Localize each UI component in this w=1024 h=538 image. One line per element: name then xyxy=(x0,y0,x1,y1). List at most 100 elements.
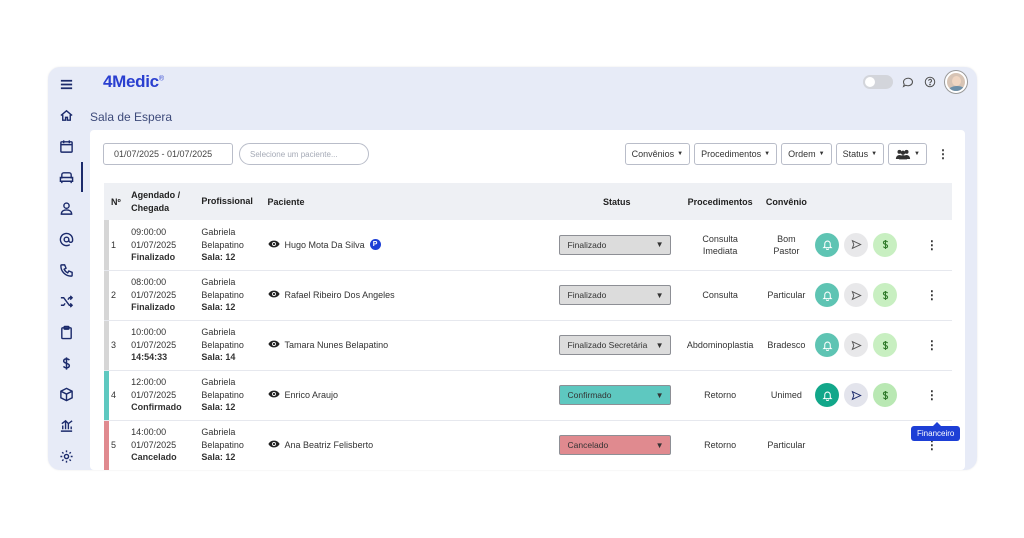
waiting-room-icon[interactable] xyxy=(56,167,76,187)
more-options-icon[interactable]: ⋮ xyxy=(931,147,955,161)
procedure-line-1: Retorno xyxy=(704,390,737,400)
financial-dollar-icon[interactable] xyxy=(873,232,898,257)
patient-cell: Enrico Araujo xyxy=(263,370,555,421)
professional-last-name: Belapatino xyxy=(201,339,244,350)
row-more-options-icon[interactable]: ⋮ xyxy=(911,220,952,271)
financial-dollar-icon[interactable] xyxy=(873,383,898,407)
view-patient-icon[interactable] xyxy=(267,390,280,400)
procedure-cell: Abdominoplastia xyxy=(678,320,762,371)
procedure-line-1: Consulta xyxy=(702,290,738,300)
row-more-options-icon[interactable]: ⋮ xyxy=(911,370,952,421)
financial-dollar-icon[interactable] xyxy=(873,283,898,307)
status-select[interactable]: Confirmado ▼ xyxy=(558,385,671,405)
status-value: Cancelado xyxy=(567,440,609,450)
send-icon[interactable] xyxy=(844,232,869,257)
top-right-controls xyxy=(863,71,967,93)
insurance-cell: Bradesco xyxy=(761,320,812,371)
notify-bell-icon[interactable] xyxy=(815,232,840,257)
schedule-cell: 12:00:00 01/07/2025 Confirmado xyxy=(127,370,198,421)
view-patient-icon[interactable] xyxy=(267,290,280,300)
caret-down-icon: ▼ xyxy=(914,151,920,157)
filter-insurance-button[interactable]: Convênios ▼ xyxy=(624,143,691,165)
status-select[interactable]: Finalizado ▼ xyxy=(558,234,671,255)
scheduled-date: 01/07/2025 xyxy=(131,439,177,450)
view-patient-icon[interactable] xyxy=(267,240,280,250)
help-icon[interactable] xyxy=(923,75,937,89)
row-more-options-icon[interactable]: ⋮ xyxy=(911,270,952,321)
at-icon[interactable] xyxy=(56,229,76,249)
menu-icon[interactable] xyxy=(56,74,76,94)
caret-down-icon: ▼ xyxy=(655,240,664,250)
chat-icon[interactable] xyxy=(901,75,915,89)
table-header-row: Nº Agendado / Chegada Profissional Pacie… xyxy=(104,183,952,220)
view-patient-icon[interactable] xyxy=(267,340,280,350)
row-number: 4 xyxy=(109,370,128,421)
theme-toggle[interactable] xyxy=(863,75,893,89)
header-patient: Paciente xyxy=(267,196,305,207)
status-cell: Finalizado ▼ xyxy=(554,220,679,271)
send-icon[interactable] xyxy=(844,333,869,357)
box-icon[interactable] xyxy=(56,384,76,404)
date-range-picker[interactable]: 01/07/2025 - 01/07/2025 xyxy=(103,143,233,165)
patient-cell: Rafael Ribeiro Dos Angeles xyxy=(263,270,555,321)
logo[interactable]: 4Medic® xyxy=(103,72,164,92)
status-select[interactable]: Cancelado ▼ xyxy=(558,435,671,455)
actions-cell xyxy=(811,370,912,421)
table-row[interactable]: 3 10:00:00 01/07/2025 14:54:33 Gabriela Belap… xyxy=(104,320,952,371)
arrival-status: 14:54:33 xyxy=(131,352,168,363)
arrival-status: Finalizado xyxy=(131,302,176,313)
users-icon xyxy=(895,149,911,159)
table-row[interactable]: 5 14:00:00 01/07/2025 Cancelado Gabriela Bela… xyxy=(104,420,952,470)
gear-icon[interactable] xyxy=(56,446,76,466)
table-row[interactable]: 1 09:00:00 01/07/2025 Finalizado Gabriela Bel… xyxy=(104,220,952,271)
patient-cell: Tamara Nunes Belapatino xyxy=(263,320,555,371)
clipboard-icon[interactable] xyxy=(56,322,76,342)
arrival-status: Finalizado xyxy=(131,252,176,262)
send-icon[interactable] xyxy=(844,383,869,407)
table-row[interactable]: 2 08:00:00 01/07/2025 Finalizado Gabriela Bel… xyxy=(104,270,952,321)
home-icon[interactable] xyxy=(56,105,76,125)
send-icon[interactable] xyxy=(844,283,869,307)
filter-status-button[interactable]: Status ▼ xyxy=(835,143,885,165)
patient-name[interactable]: Rafael Ribeiro Dos Angeles xyxy=(285,290,395,300)
chart-icon[interactable] xyxy=(56,415,76,435)
patient-search-input[interactable] xyxy=(239,143,369,165)
status-value: Confirmado xyxy=(567,390,612,400)
status-value: Finalizado Secretária xyxy=(567,340,648,350)
financial-dollar-icon[interactable] xyxy=(873,333,898,357)
view-patient-icon[interactable] xyxy=(267,440,280,450)
status-cell: Finalizado ▼ xyxy=(554,270,679,321)
row-more-options-icon[interactable]: ⋮ xyxy=(911,320,952,371)
notify-bell-icon[interactable] xyxy=(815,333,840,357)
filter-procedures-button[interactable]: Procedimentos ▼ xyxy=(694,143,778,165)
schedule-cell: 14:00:00 01/07/2025 Cancelado xyxy=(127,420,198,470)
patient-name[interactable]: Tamara Nunes Belapatino xyxy=(285,340,389,350)
procedure-line-2: Imediata xyxy=(702,245,738,256)
status-select[interactable]: Finalizado ▼ xyxy=(558,285,671,305)
caret-down-icon: ▼ xyxy=(818,151,825,157)
filters: Convênios ▼ Procedimentos ▼ Ordem ▼ Status ▼… xyxy=(624,143,955,165)
filter-order-button[interactable]: Ordem ▼ xyxy=(781,143,832,165)
calendar-icon[interactable] xyxy=(56,136,76,156)
scheduled-time: 09:00:00 xyxy=(131,227,167,237)
row-number: 3 xyxy=(109,320,128,371)
status-select[interactable]: Finalizado Secretária ▼ xyxy=(558,335,671,355)
patient-name[interactable]: Enrico Araujo xyxy=(285,390,339,400)
user-icon[interactable] xyxy=(56,198,76,218)
phone-icon[interactable] xyxy=(56,260,76,280)
notify-bell-icon[interactable] xyxy=(815,383,840,407)
schedule-cell: 08:00:00 01/07/2025 Finalizado xyxy=(127,270,198,321)
filter-group-button[interactable]: ▼ xyxy=(888,143,927,165)
patient-name[interactable]: Hugo Mota Da Silva xyxy=(285,240,365,250)
patient-name[interactable]: Ana Beatriz Felisberto xyxy=(285,440,374,450)
shuffle-icon[interactable] xyxy=(56,291,76,311)
avatar[interactable] xyxy=(945,71,967,93)
status-cell: Confirmado ▼ xyxy=(554,370,679,421)
dollar-icon[interactable] xyxy=(56,353,76,373)
notify-bell-icon[interactable] xyxy=(815,283,840,307)
table-row[interactable]: 4 12:00:00 01/07/2025 Confirmado Gabriela Bel… xyxy=(104,370,952,421)
room-label: Sala: 12 xyxy=(201,452,236,463)
professional-first-name: Gabriela xyxy=(201,277,236,288)
patient-cell: Ana Beatriz Felisberto xyxy=(263,420,555,470)
actions-cell xyxy=(811,320,912,371)
